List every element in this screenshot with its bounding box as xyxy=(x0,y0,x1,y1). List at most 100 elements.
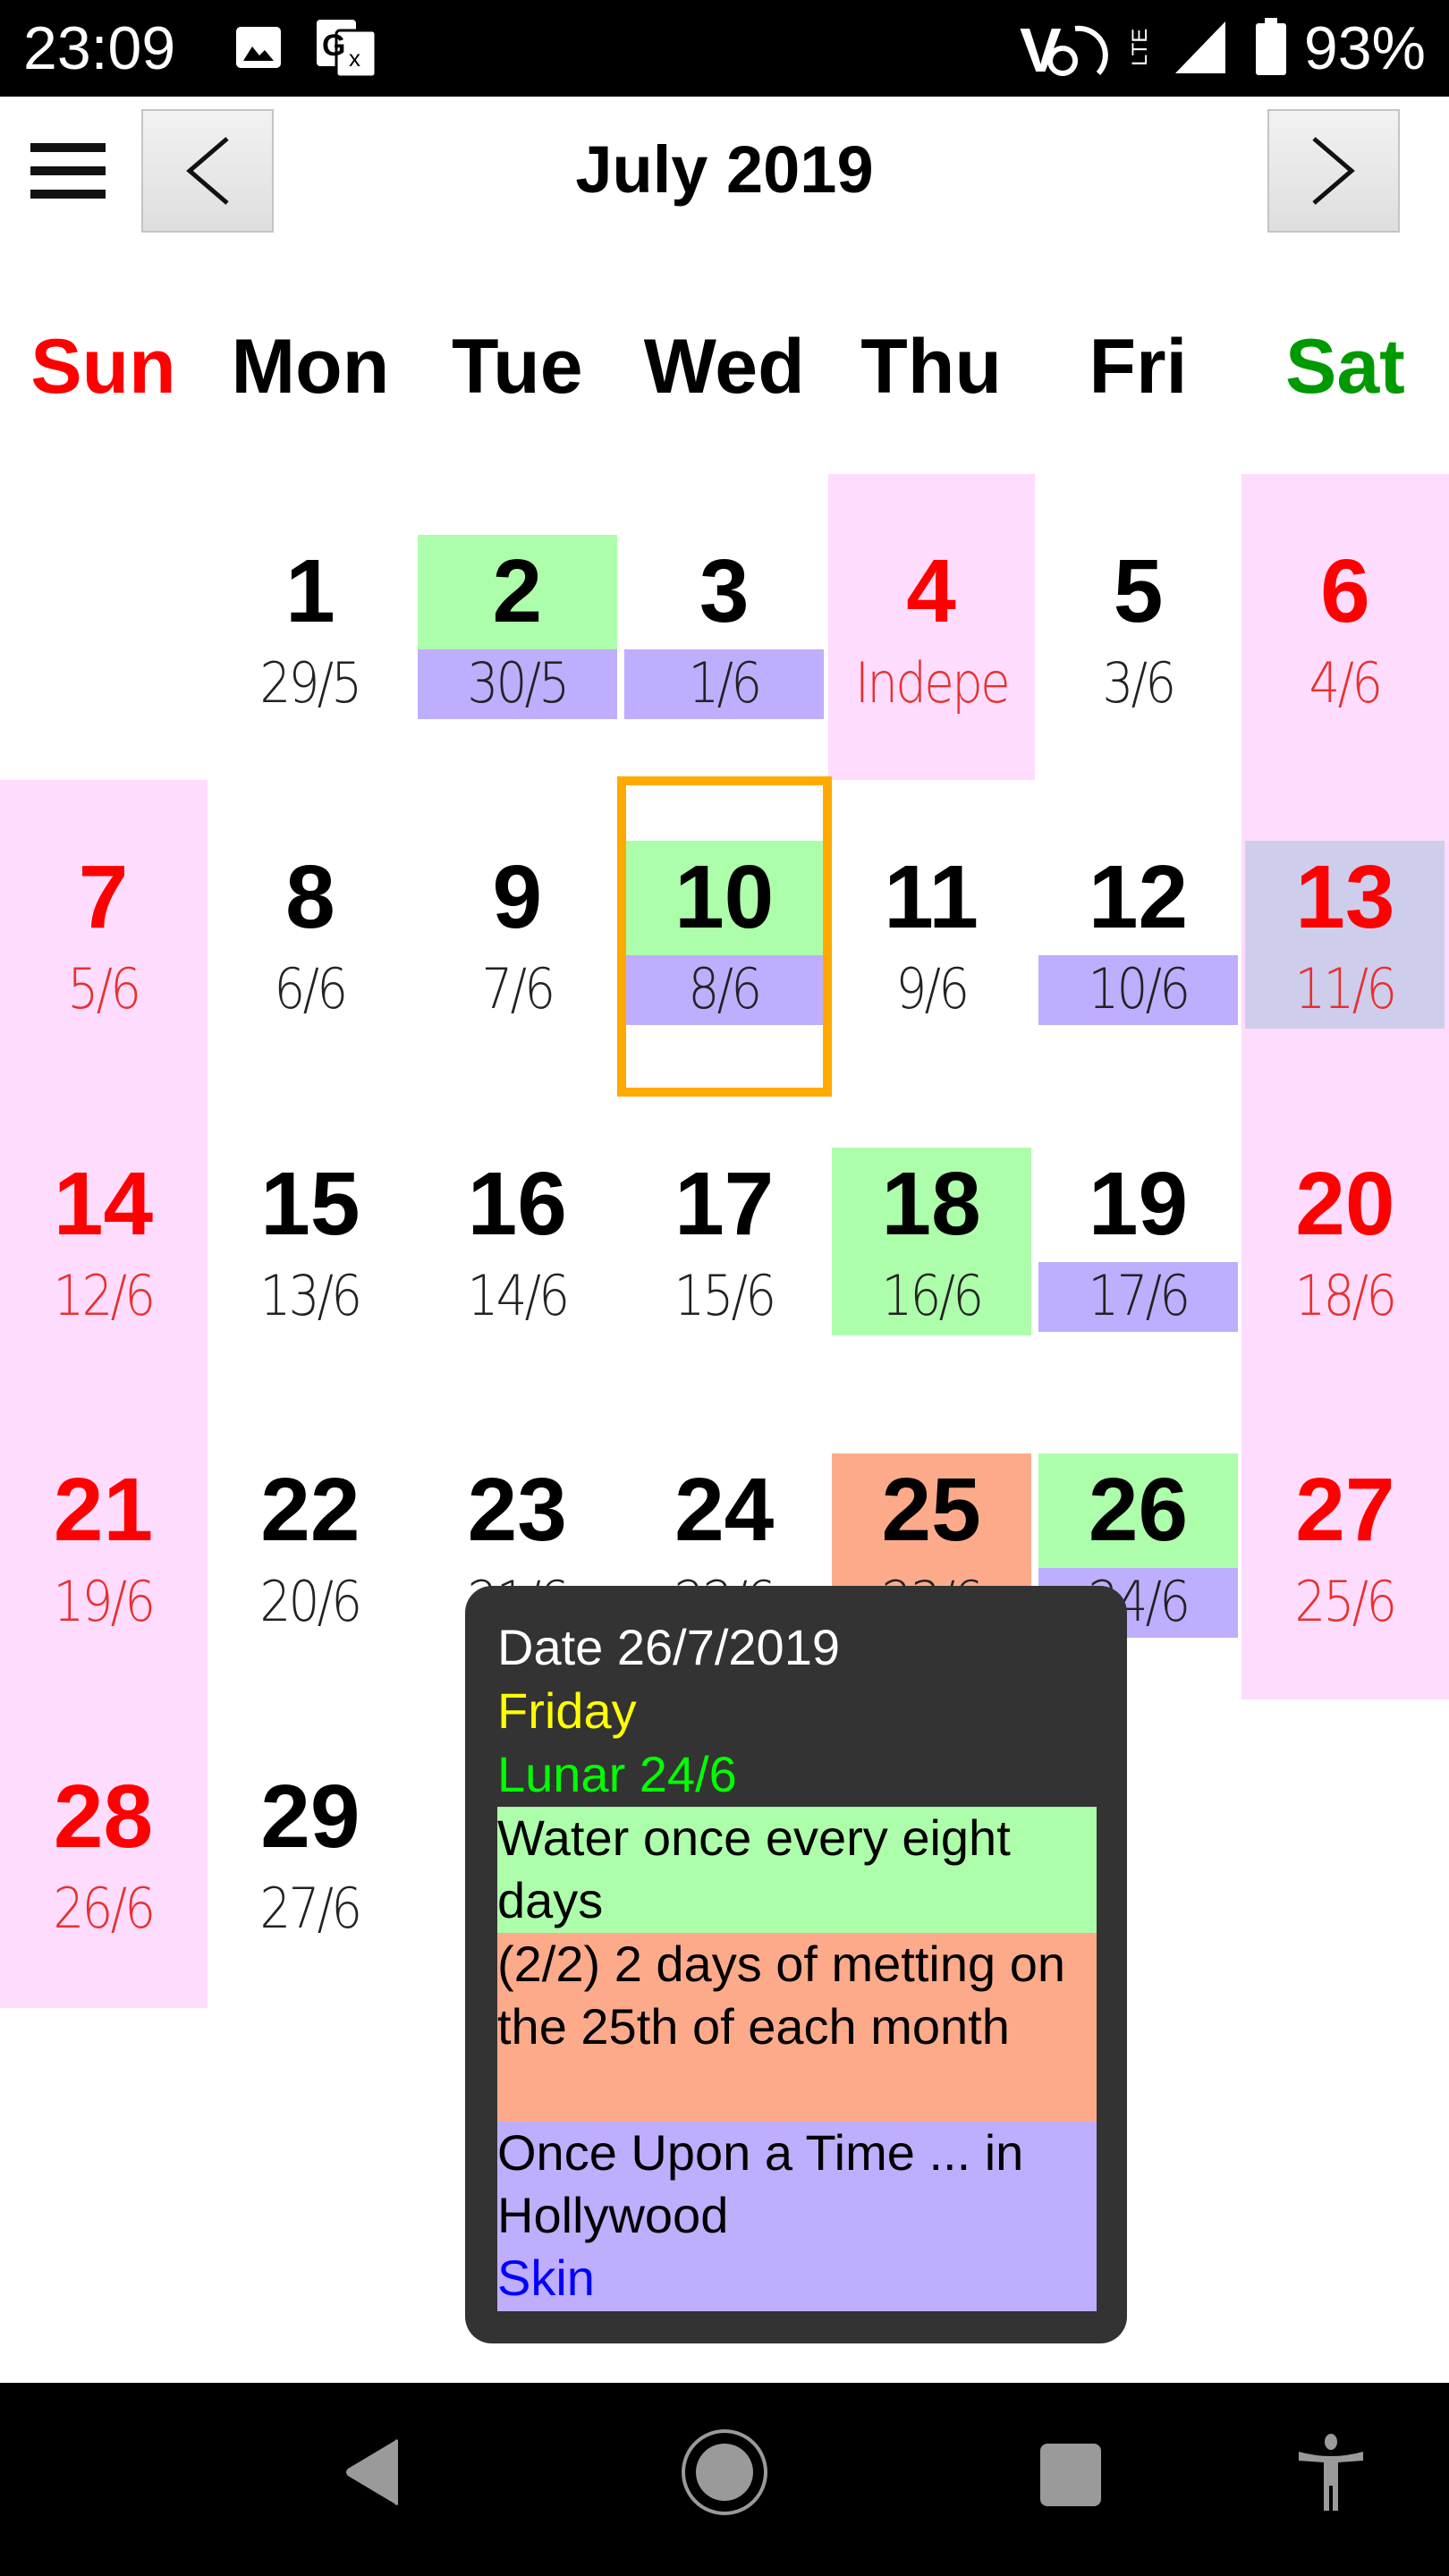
day-number: 5 xyxy=(1113,541,1164,641)
day-cell-11[interactable]: 11 9/6 xyxy=(828,780,1035,1086)
day-number: 7 xyxy=(78,847,129,947)
day-cell-20[interactable]: 20 18/6 xyxy=(1241,1087,1448,1393)
svg-text:x: x xyxy=(349,45,360,72)
lunar-date: 3/6 xyxy=(1102,650,1177,716)
lunar-date: 4/6 xyxy=(1309,650,1384,716)
weekday-sat: Sat xyxy=(1284,324,1405,410)
day-number: 4 xyxy=(906,541,956,641)
lunar-date: 19/6 xyxy=(53,1569,157,1634)
day-number: 9 xyxy=(492,847,543,947)
popup-event-item[interactable]: Once Upon a Time ... in Hollywood Skin xyxy=(497,2122,1097,2311)
status-time: 23:09 xyxy=(23,14,176,82)
event-text: Water once every eight days xyxy=(497,1809,1011,1928)
event-text: (2/2) 2 days of metting on the 25th of e… xyxy=(497,1936,1066,2055)
day-cell-21[interactable]: 21 19/6 xyxy=(0,1393,207,1699)
battery-icon xyxy=(1256,18,1286,75)
day-cell-18[interactable]: 18 16/6 xyxy=(828,1087,1035,1393)
day-detail-popup[interactable]: Date 26/7/2019 Friday Lunar 24/6 Water o… xyxy=(465,1586,1127,2343)
translate-icon: G x xyxy=(317,20,377,79)
back-icon[interactable] xyxy=(344,2438,402,2506)
day-cell-28[interactable]: 28 26/6 xyxy=(0,1699,207,2005)
day-number: 20 xyxy=(1295,1154,1395,1254)
lunar-date: 18/6 xyxy=(1294,1263,1398,1328)
day-cell-9[interactable]: 9 7/6 xyxy=(414,780,621,1086)
lunar-date: 20/6 xyxy=(259,1569,363,1634)
day-number: 15 xyxy=(260,1154,360,1254)
weekday-thu: Thu xyxy=(860,324,1002,410)
event-link[interactable]: Skin xyxy=(497,2250,595,2306)
lunar-date: 7/6 xyxy=(481,956,555,1021)
popup-weekday: Friday xyxy=(497,1682,637,1739)
today-highlight xyxy=(617,776,832,1097)
day-number: 29 xyxy=(260,1767,360,1867)
popup-event-item[interactable]: Water once every eight days xyxy=(497,1807,1097,1933)
day-number: 3 xyxy=(699,541,750,641)
day-cell-22[interactable]: 22 20/6 xyxy=(207,1393,413,1699)
lunar-date: 6/6 xyxy=(274,956,349,1021)
lunar-date: 16/6 xyxy=(881,1263,984,1328)
day-cell-17[interactable]: 17 15/6 xyxy=(621,1087,827,1393)
day-number: 8 xyxy=(285,847,335,947)
day-cell-12[interactable]: 12 10/6 xyxy=(1035,780,1241,1086)
volte-icon: V LTE xyxy=(1020,20,1152,77)
weekday-sun: Sun xyxy=(30,324,176,410)
lunar-date: 12/6 xyxy=(53,1263,157,1328)
day-number: 18 xyxy=(881,1154,981,1254)
signal-icon xyxy=(1175,21,1225,73)
lunar-date: 17/6 xyxy=(1088,1263,1191,1328)
recents-icon[interactable] xyxy=(1040,2444,1101,2506)
lunar-date: 25/6 xyxy=(1294,1569,1398,1634)
day-number: 26 xyxy=(1088,1460,1189,1560)
day-number: 2 xyxy=(492,541,543,641)
day-number: 24 xyxy=(674,1460,775,1560)
status-bar: 23:09 G x V LTE 93% xyxy=(0,0,1449,97)
day-cell-8[interactable]: 8 6/6 xyxy=(207,780,413,1086)
lunar-date: 9/6 xyxy=(895,956,970,1021)
day-number: 13 xyxy=(1295,847,1395,947)
weekday-mon: Mon xyxy=(231,324,390,410)
popup-lunar: Lunar 24/6 xyxy=(497,1746,737,1802)
weekday-fri: Fri xyxy=(1089,324,1188,410)
lunar-date: 27/6 xyxy=(259,1876,363,1941)
popup-date: Date 26/7/2019 xyxy=(497,1619,840,1675)
day-number: 19 xyxy=(1088,1154,1189,1254)
day-cell-2[interactable]: 2 30/5 xyxy=(414,474,621,780)
lunar-date: 13/6 xyxy=(259,1263,363,1328)
lunar-date: 30/5 xyxy=(467,650,570,716)
gallery-icon xyxy=(236,27,281,68)
day-cell-3[interactable]: 3 1/6 xyxy=(621,474,827,780)
next-month-button[interactable] xyxy=(1267,109,1400,233)
day-number: 6 xyxy=(1320,541,1370,641)
svg-text:G: G xyxy=(322,29,345,63)
day-cell-14[interactable]: 14 12/6 xyxy=(0,1087,207,1393)
popup-event-item[interactable]: (2/2) 2 days of metting on the 25th of e… xyxy=(497,1933,1097,2122)
lunar-date: 14/6 xyxy=(467,1263,570,1328)
day-cell-19[interactable]: 19 17/6 xyxy=(1035,1087,1241,1393)
day-number: 17 xyxy=(674,1154,775,1254)
day-cell-6[interactable]: 6 4/6 xyxy=(1241,474,1448,780)
accessibility-icon[interactable] xyxy=(1297,2434,1365,2511)
day-cell-1[interactable]: 1 29/5 xyxy=(207,474,413,780)
weekday-tue: Tue xyxy=(452,324,583,410)
day-cell-7[interactable]: 7 5/6 xyxy=(0,780,207,1086)
day-cell-5[interactable]: 5 3/6 xyxy=(1035,474,1241,780)
system-navigation-bar xyxy=(0,2383,1449,2576)
lunar-date: 5/6 xyxy=(67,956,142,1021)
day-cell-27[interactable]: 27 25/6 xyxy=(1241,1393,1448,1699)
day-number: 27 xyxy=(1295,1460,1395,1560)
day-number: 22 xyxy=(260,1460,360,1560)
day-number: 11 xyxy=(884,847,979,947)
battery-percent: 93% xyxy=(1303,14,1426,82)
day-cell-29[interactable]: 29 27/6 xyxy=(207,1699,413,2005)
month-title: July 2019 xyxy=(575,132,874,207)
lunar-date: 15/6 xyxy=(674,1263,777,1328)
lunar-date: 29/5 xyxy=(259,650,363,716)
lunar-date: 11/6 xyxy=(1294,956,1398,1021)
day-cell-15[interactable]: 15 13/6 xyxy=(207,1087,413,1393)
day-number: 21 xyxy=(53,1460,154,1560)
day-cell-4[interactable]: 4 Indepe xyxy=(828,474,1035,780)
day-cell-13[interactable]: 13 11/6 xyxy=(1241,780,1448,1086)
weekday-wed: Wed xyxy=(643,324,805,410)
home-icon[interactable] xyxy=(680,2428,769,2517)
day-cell-16[interactable]: 16 14/6 xyxy=(414,1087,621,1393)
